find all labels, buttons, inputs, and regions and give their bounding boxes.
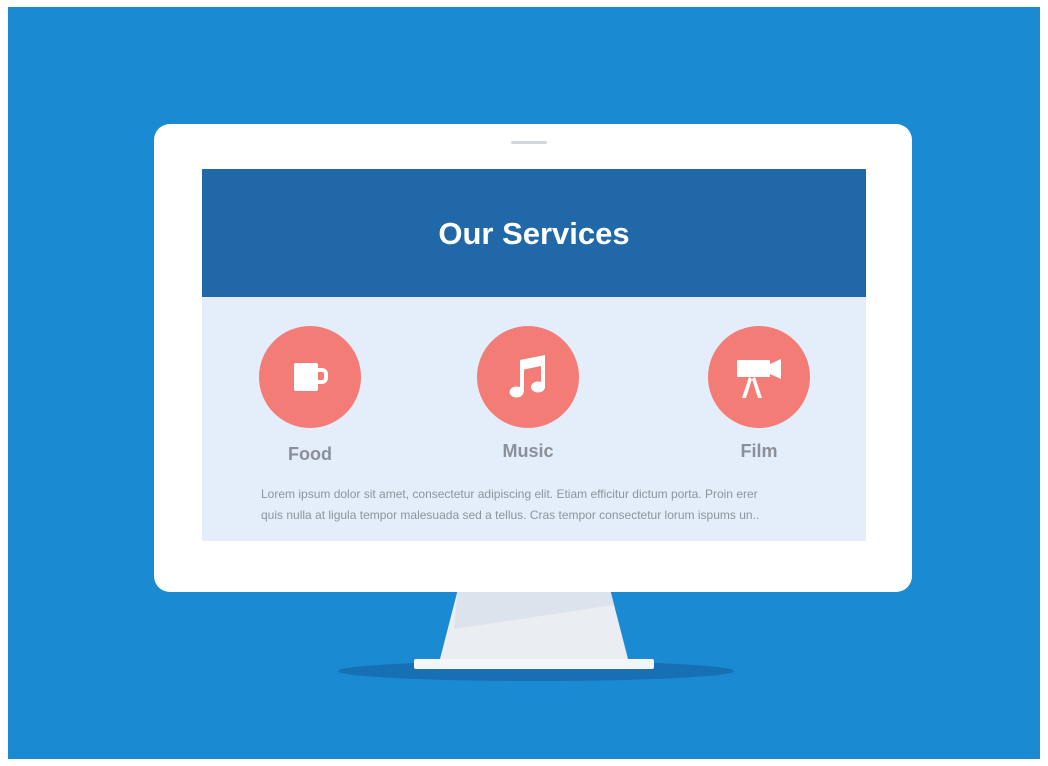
monitor-frame: Our Services Food Music Film Lorem ipsum… — [154, 124, 912, 592]
service-film-label: Film — [740, 441, 778, 461]
service-music[interactable]: Music — [458, 326, 598, 466]
service-film[interactable]: Film — [689, 326, 829, 466]
services-description: Lorem ipsum dolor sit amet, consectetur … — [261, 484, 821, 526]
illustration-background: Our Services Food Music Film Lorem ipsum… — [8, 7, 1040, 759]
service-film-circle[interactable] — [708, 326, 810, 428]
monitor-stand — [414, 589, 654, 669]
service-food-label: Food — [288, 444, 332, 464]
monitor-screen: Our Services Food Music Film Lorem ipsum… — [202, 169, 866, 541]
service-food-circle[interactable] — [259, 326, 361, 428]
monitor-camera-slot — [511, 141, 547, 144]
description-line-1: Lorem ipsum dolor sit amet, consectetur … — [261, 487, 758, 501]
service-music-circle[interactable] — [477, 326, 579, 428]
music-note-icon — [509, 355, 545, 398]
coffee-mug-icon — [294, 363, 328, 391]
film-camera-icon — [737, 359, 781, 398]
description-line-2: quis nulla at ligula tempor malesuada se… — [261, 508, 760, 522]
services-header: Our Services — [202, 169, 866, 297]
service-music-label: Music — [502, 441, 554, 461]
service-food[interactable]: Food — [240, 326, 380, 466]
page-title: Our Services — [438, 216, 630, 251]
